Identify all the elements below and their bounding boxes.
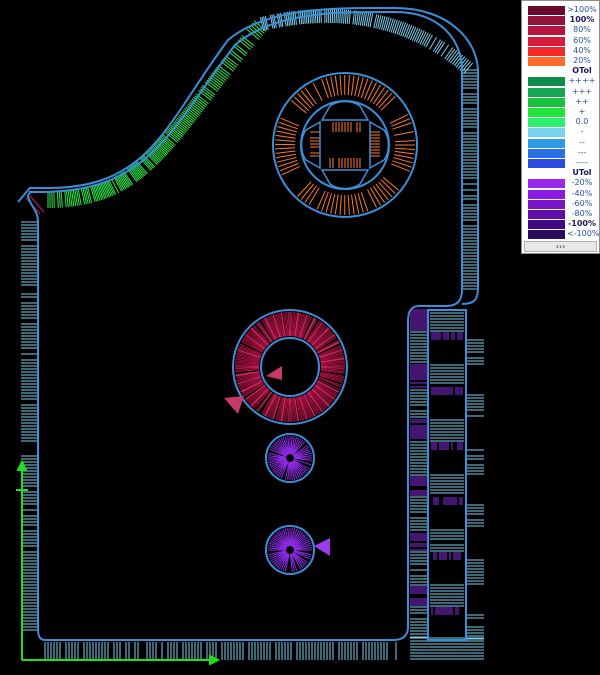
legend-swatch: [528, 118, 565, 128]
legend-swatch: [528, 57, 565, 66]
legend-swatch: [528, 210, 565, 219]
legend-swatch: [528, 97, 565, 107]
legend-swatch: [528, 108, 565, 117]
small-hole-center-dot: [287, 455, 293, 461]
legend-expand-button[interactable]: ›››: [524, 241, 597, 252]
legend-swatch: [528, 148, 565, 158]
legend-swatch: [528, 138, 565, 148]
legend-swatch: [528, 179, 565, 189]
legend-swatch: [528, 199, 565, 209]
small-hole-lower-center-dot: [287, 547, 293, 553]
legend-item: <-100%: [522, 229, 600, 240]
legend-swatch: [528, 159, 565, 168]
legend-swatch: [528, 230, 565, 240]
legend-swatch: [528, 128, 565, 138]
legend-swatch: [528, 46, 565, 56]
legend-swatch: [528, 169, 565, 179]
legend-label: <-100%: [567, 229, 600, 239]
legend-swatch: [528, 16, 565, 26]
legend-swatch: [528, 189, 565, 199]
legend-swatch: [528, 26, 565, 36]
legend-swatch: [528, 67, 565, 77]
legend-swatch: [528, 36, 565, 46]
color-legend-panel: >100% 100% 80% 60% 40% 20% OTol ++++ +++ ++ +0.0- -…: [521, 0, 600, 254]
deviation-color-map-viewport[interactable]: [0, 0, 600, 675]
legend-swatch: [528, 220, 565, 230]
legend-swatch: [528, 77, 565, 87]
legend-swatch: [528, 87, 565, 97]
legend-swatch: [528, 6, 565, 15]
